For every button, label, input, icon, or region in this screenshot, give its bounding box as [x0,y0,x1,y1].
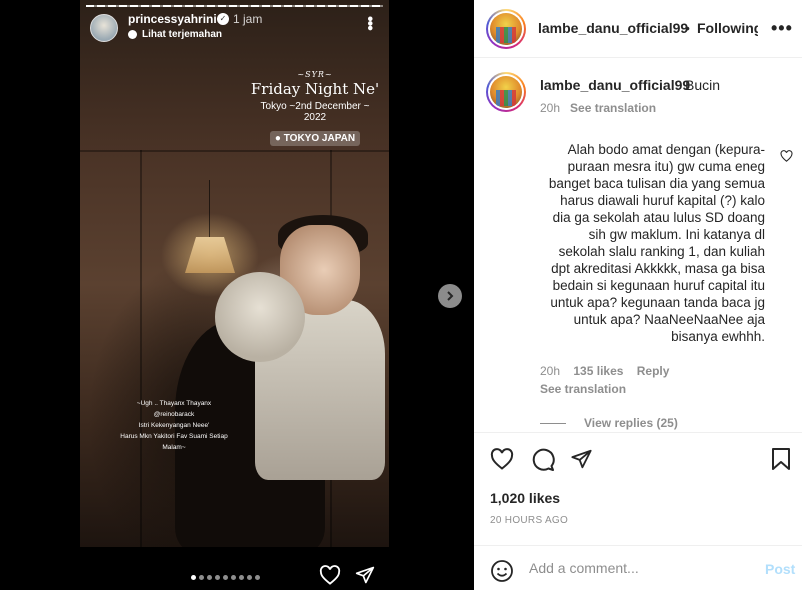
story-text-overlay: ~SYR~ Friday Night Ne' Tokyo ~2nd Decemb… [250,70,380,146]
caption-username[interactable]: lambe_danu_official99 [540,77,690,93]
caption-text: Bucin [685,77,721,93]
post-comment-button[interactable]: Post [765,561,795,577]
wall-panel-line [80,150,389,152]
separator-dot: • [685,20,690,36]
carousel-dot [231,575,236,580]
story-caption: ~Ugh .. Thayanx Thayanx @reinobarack Ist… [114,398,234,453]
view-replies-button[interactable]: View replies (25) [540,416,678,430]
reply-button[interactable]: Reply [637,364,670,378]
location-label: TOKYO JAPAN [283,133,356,144]
carousel-dot [207,575,212,580]
following-button[interactable]: Following [697,20,758,36]
post-actions: 1,020 likes 20 HOURS AGO [474,432,802,544]
lamp-cord [209,180,210,237]
story-screenshot: princessyahrini ✓ 1 jam Lihat terjemahan… [80,0,389,547]
chevron-right-icon [447,291,454,301]
carousel-dot [239,575,244,580]
emoji-icon[interactable] [490,559,514,588]
comment-text: Alah bodo amat dengan (kepura-puraan mes… [548,142,765,344]
story-translate-label: Lihat terjemahan [142,29,223,40]
post-sidebar: lambe_danu_official99 • Following ••• la… [474,0,802,590]
comment-time: 20h [540,364,561,378]
comments-list[interactable]: lambe_danu_official99 Bucin 20h See trans… [474,59,802,432]
location-sticker: ● TOKYO JAPAN [269,131,361,146]
caption-line: ~Ugh .. Thayanx Thayanx [136,400,212,407]
caption-meta: 20h See translation [540,101,656,115]
overlay-title: Friday Night Ne' [250,80,380,98]
more-icon[interactable]: ••• [361,16,378,30]
carousel-dots [191,575,263,581]
more-icon[interactable]: ••• [771,18,793,39]
comment-translate-link[interactable]: See translation [540,382,626,396]
story-progress-bar [86,5,383,7]
caption-line: @reinobarack [153,411,195,418]
comment-meta: 20h 135 likes Reply [540,364,679,378]
wall-panel-line [140,150,142,547]
story-avatar[interactable] [90,14,118,42]
verified-icon: ✓ [217,13,229,25]
caption-avatar[interactable] [486,72,526,112]
figure-hood [215,272,305,362]
caption-line: Malam~ [162,444,186,451]
overlay-small: ~SYR~ [297,70,333,79]
share-icon[interactable] [355,565,375,590]
share-icon[interactable] [570,448,593,475]
add-comment-bar: Post [474,545,802,590]
post-header: lambe_danu_official99 • Following ••• [474,0,802,58]
heart-icon[interactable] [490,448,514,475]
caption-line: Harus Mkn Yakitori Fav Suami Setiap [120,433,228,440]
carousel-dot [255,575,260,580]
caption-translate-link[interactable]: See translation [570,101,656,115]
story-translate-link[interactable]: Lihat terjemahan [128,29,222,40]
carousel-dot [199,575,204,580]
next-slide-button[interactable] [438,284,462,308]
comment-input[interactable] [529,558,729,578]
comment-likes[interactable]: 135 likes [573,364,623,378]
overlay-date: Tokyo ~2nd December ~ 2022 [260,101,370,123]
avatar[interactable] [486,9,526,49]
caption-line: Istri Kekenyangan Neee' [138,422,210,429]
likes-count[interactable]: 1,020 likes [490,490,560,506]
carousel-dot [247,575,252,580]
post-media: princessyahrini ✓ 1 jam Lihat terjemahan… [0,0,474,590]
story-time: 1 jam [233,12,263,26]
carousel-dot [191,575,196,580]
location-pin-icon: ● [274,133,281,144]
comment-icon[interactable] [531,448,555,477]
heart-icon[interactable] [780,149,793,167]
lamp-shade [185,237,235,273]
heart-icon[interactable] [319,565,341,590]
carousel-dot [223,575,228,580]
story-username[interactable]: princessyahrini [128,12,217,26]
post-timestamp: 20 HOURS AGO [490,515,569,526]
caption-time: 20h [540,101,561,115]
bookmark-icon[interactable] [771,448,791,475]
view-replies-label: View replies (25) [584,416,678,430]
post-username[interactable]: lambe_danu_official99 [538,20,688,36]
carousel-dot [215,575,220,580]
